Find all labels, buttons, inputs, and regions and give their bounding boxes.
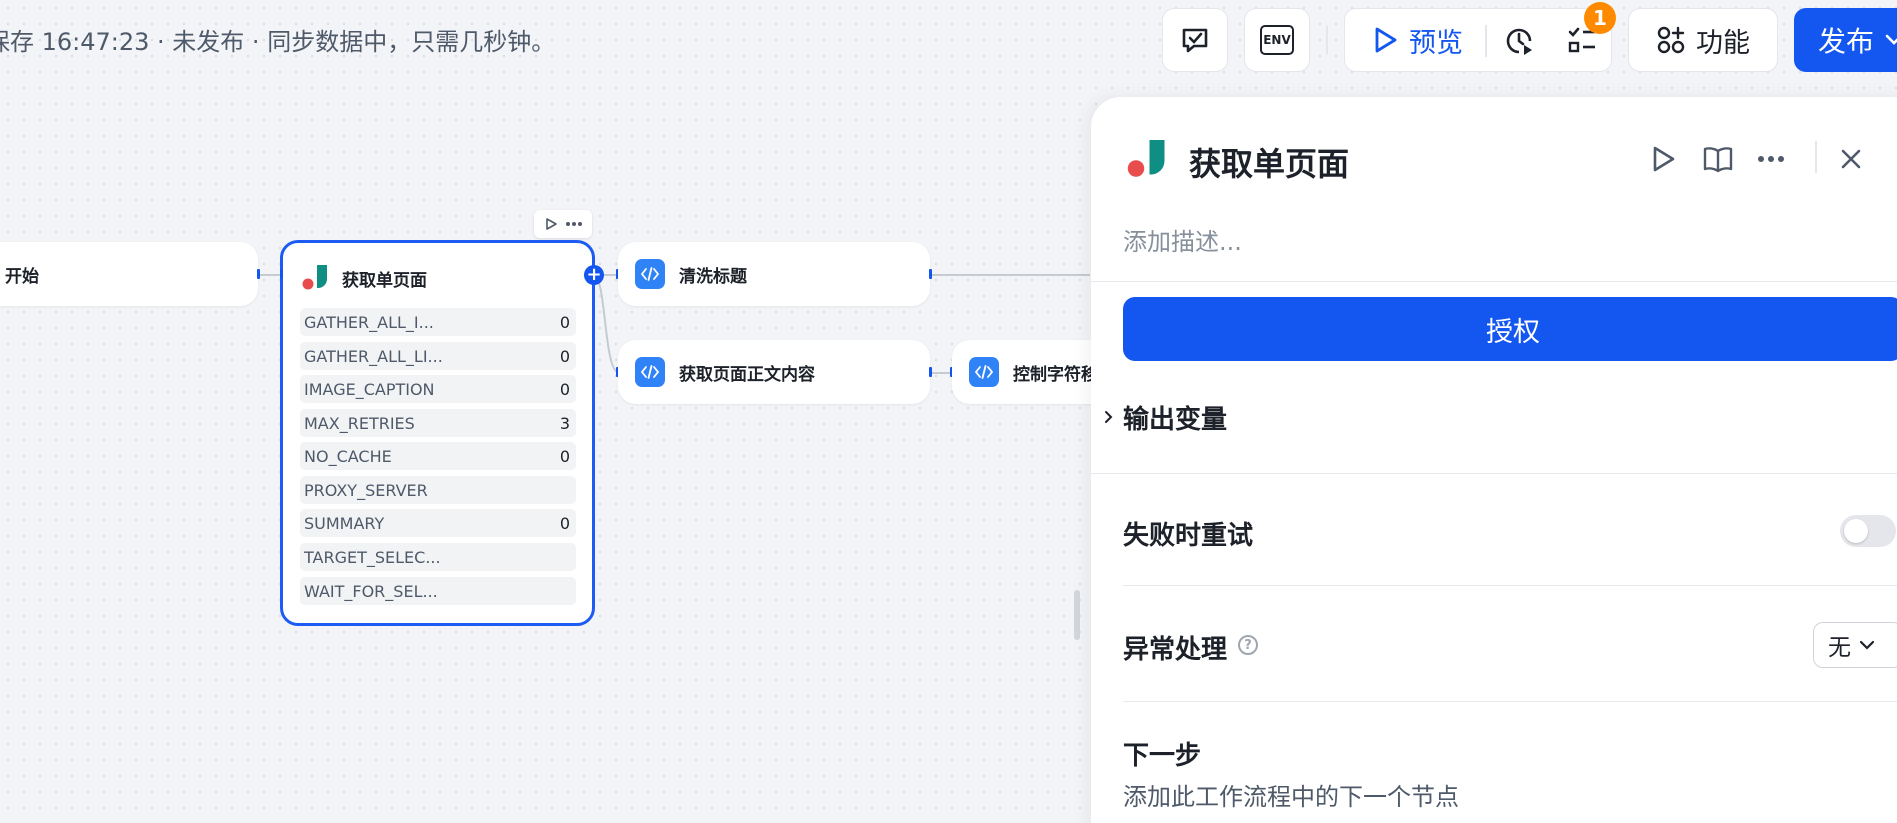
start-node-title: 开始 (5, 266, 39, 287)
more-icon[interactable] (1757, 155, 1785, 163)
param-name: NO_CACHE (304, 446, 392, 466)
jina-logo-icon (1127, 140, 1165, 177)
exception-label: 异常处理 (1123, 635, 1228, 665)
chevron-down-icon (1885, 34, 1897, 45)
exception-value: 无 (1828, 635, 1851, 661)
publish-label: 发布 (1818, 25, 1875, 58)
start-node[interactable]: 开始 (0, 242, 258, 306)
divider (1123, 585, 1897, 586)
run-history-button[interactable] (1503, 25, 1535, 61)
divider (1091, 281, 1897, 282)
node-toolbar (534, 210, 592, 238)
edge-clean-out (930, 274, 1090, 276)
param-name: SUMMARY (304, 513, 385, 533)
preview-group: 预览 (1344, 8, 1612, 72)
feature-button[interactable]: 功能 (1628, 8, 1778, 72)
preview-button[interactable]: 预览 (1373, 21, 1463, 60)
feature-label: 功能 (1696, 27, 1750, 59)
main-node[interactable]: 获取单页面 GATHER_ALL_I... 0 GATHER_ALL_LI...… (280, 240, 595, 626)
env-button[interactable]: ENV (1244, 8, 1310, 72)
param-row: IMAGE_CAPTION 0 (300, 375, 576, 403)
book-icon[interactable] (1703, 145, 1733, 173)
param-row: SUMMARY 0 (300, 509, 576, 537)
edge-start-main (258, 274, 282, 276)
param-value: 0 (559, 513, 570, 533)
run-node-icon[interactable] (544, 217, 558, 231)
clock-play-icon (1506, 28, 1532, 55)
param-value: 0 (559, 446, 570, 466)
header-divider (1815, 141, 1817, 173)
control-char-node-title: 控制字符移 (1013, 364, 1098, 385)
param-row: NO_CACHE 0 (300, 442, 576, 470)
preview-divider (1485, 25, 1487, 57)
chevron-down-icon (1859, 640, 1875, 650)
panel-resize-handle[interactable] (1074, 590, 1080, 640)
clean-node-out-port[interactable] (929, 269, 932, 279)
authorize-label: 授权 (1486, 316, 1540, 348)
play-icon (1375, 27, 1397, 53)
clean-title-node-title: 清洗标题 (679, 266, 747, 287)
chat-check-icon (1182, 28, 1208, 53)
code-icon (635, 259, 665, 289)
edge-fetch-control (930, 372, 952, 374)
param-name: TARGET_SELEC... (304, 547, 441, 567)
param-row: GATHER_ALL_I... 0 (300, 308, 576, 336)
more-icon[interactable] (565, 221, 583, 227)
fetch-node-out-port[interactable] (929, 367, 932, 377)
main-node-in-port[interactable] (280, 269, 283, 279)
publish-button[interactable]: 发布 (1794, 8, 1897, 72)
param-name: MAX_RETRIES (304, 413, 415, 433)
panel-title: 获取单页面 (1189, 145, 1350, 183)
param-row: WAIT_FOR_SEL... (300, 577, 576, 605)
param-name: PROXY_SERVER (304, 480, 428, 500)
next-step-description: 添加此工作流程中的下一个节点 (1123, 783, 1459, 811)
param-value: 0 (559, 379, 570, 399)
chevron-right-icon[interactable] (1103, 410, 1113, 424)
param-row: TARGET_SELEC... (300, 543, 576, 571)
param-value: 0 (559, 346, 570, 366)
authorize-button[interactable]: 授权 (1123, 297, 1897, 361)
toolbar-divider (1326, 26, 1328, 54)
divider (1123, 701, 1897, 702)
retry-label: 失败时重试 (1123, 521, 1254, 551)
preview-label: 预览 (1409, 27, 1463, 59)
feedback-button[interactable] (1162, 8, 1228, 72)
fetch-content-node-title: 获取页面正文内容 (679, 364, 815, 385)
start-node-out-port[interactable] (257, 269, 260, 279)
main-node-title: 获取单页面 (342, 271, 427, 291)
param-value: 0 (559, 312, 570, 332)
param-name: WAIT_FOR_SEL... (304, 581, 438, 601)
param-name: IMAGE_CAPTION (304, 379, 435, 399)
clean-title-node[interactable]: 清洗标题 (618, 242, 930, 306)
code-icon (969, 357, 999, 387)
param-row: PROXY_SERVER (300, 476, 576, 504)
add-next-node-button[interactable]: + (584, 265, 604, 285)
apps-add-icon (1657, 26, 1685, 54)
notification-badge: 1 (1584, 2, 1616, 34)
close-icon[interactable] (1839, 147, 1863, 171)
env-icon: ENV (1260, 25, 1294, 55)
param-name: GATHER_ALL_LI... (304, 346, 443, 366)
description-input[interactable]: 添加描述... (1123, 222, 1242, 257)
param-row: GATHER_ALL_LI... 0 (300, 342, 576, 370)
output-vars-toggle[interactable]: 输出变量 (1123, 399, 1227, 436)
divider (1091, 473, 1897, 474)
save-status: 保存 16:47:23 · 未发布 · 同步数据中，只需几秒钟。 (0, 28, 556, 56)
param-name: GATHER_ALL_I... (304, 312, 434, 332)
fetch-content-node[interactable]: 获取页面正文内容 (618, 340, 930, 404)
next-step-title: 下一步 (1123, 741, 1202, 771)
node-settings-panel: 获取单页面 添加描述... 授权 输出变量 失败时重试 异常处理 ? 无 下一步… (1091, 97, 1897, 823)
param-value: 3 (559, 413, 570, 433)
code-icon (635, 357, 665, 387)
param-row: MAX_RETRIES 3 (300, 409, 576, 437)
exception-select[interactable]: 无 (1813, 622, 1897, 668)
run-icon[interactable] (1651, 145, 1677, 173)
jina-logo-icon (302, 265, 327, 290)
help-icon[interactable]: ? (1238, 635, 1258, 655)
retry-toggle[interactable] (1840, 515, 1896, 547)
